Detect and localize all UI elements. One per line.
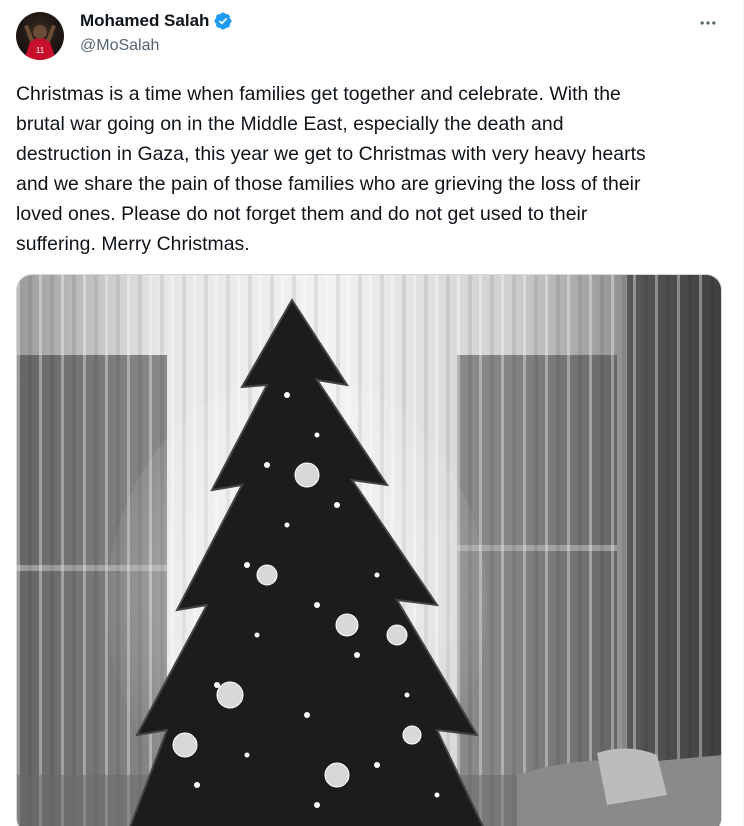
- avatar-photo: 11: [16, 12, 64, 60]
- tweet-card[interactable]: 11 Mohamed Salah @MoSalah Christmas is a…: [0, 0, 744, 826]
- more-horizontal-icon: [700, 21, 716, 25]
- tweet-text-line: loved ones. Please do not forget them an…: [16, 203, 588, 225]
- tweet-text-line: and we share the pain of those families …: [16, 173, 641, 195]
- tweet-text-line: Christmas is a time when families get to…: [16, 83, 621, 105]
- avatar[interactable]: 11: [16, 12, 64, 60]
- more-options-button[interactable]: [693, 10, 723, 36]
- tweet-text-line: suffering. Merry Christmas.: [16, 233, 250, 255]
- author-display-name[interactable]: Mohamed Salah: [80, 11, 209, 31]
- christmas-tree-photo: [17, 275, 721, 826]
- tweet-text-line: brutal war going on in the Middle East, …: [16, 113, 564, 135]
- tweet-text-line: destruction in Gaza, this year we get to…: [16, 143, 646, 165]
- svg-text:11: 11: [36, 46, 45, 55]
- author-handle[interactable]: @MoSalah: [80, 37, 159, 55]
- verified-badge-icon: [213, 11, 233, 31]
- author-row: Mohamed Salah: [80, 11, 233, 31]
- tweet-photo[interactable]: [16, 274, 722, 826]
- tweet-text: Christmas is a time when families get to…: [16, 79, 730, 259]
